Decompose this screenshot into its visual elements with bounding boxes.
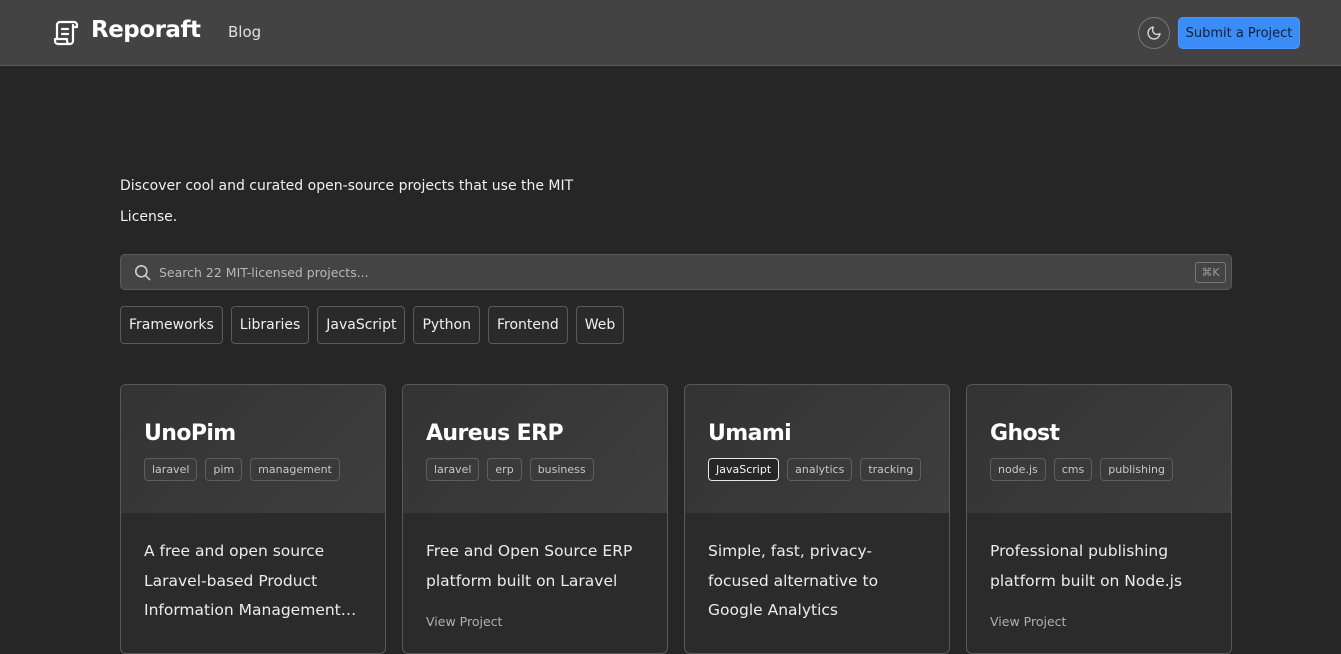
filter-chip-web[interactable]: Web — [575, 306, 625, 344]
theme-toggle-button[interactable] — [1138, 17, 1170, 49]
card-tags: JavaScript analytics tracking — [708, 458, 922, 481]
card-title: UnoPim — [144, 421, 236, 446]
project-card-unopim[interactable]: UnoPim laravel pim management A free and… — [120, 384, 386, 654]
card-tag[interactable]: publishing — [1100, 458, 1174, 481]
card-tag[interactable]: node.js — [990, 458, 1046, 481]
card-tag[interactable]: erp — [487, 458, 522, 481]
search-bar[interactable]: ⌘K — [120, 254, 1232, 290]
card-description: A free and open source Laravel-based Pro… — [144, 542, 357, 619]
card-tag[interactable]: cms — [1053, 458, 1093, 481]
search-icon — [134, 264, 151, 281]
moon-icon — [1147, 26, 1161, 40]
intro-text: Discover cool and curated open-source pr… — [120, 178, 574, 225]
card-header: Aureus ERP laravel erp business — [403, 385, 667, 513]
card-header: Ghost node.js cms publishing — [967, 385, 1231, 513]
brand-name[interactable]: Reporaft — [91, 17, 201, 43]
card-tags: laravel pim management — [144, 458, 340, 481]
card-tag[interactable]: laravel — [426, 458, 480, 481]
card-tag[interactable]: management — [250, 458, 340, 481]
submit-project-button[interactable]: Submit a Project — [1178, 17, 1300, 49]
project-card-ghost[interactable]: Ghost node.js cms publishing Professiona… — [966, 384, 1232, 654]
card-description: Simple, fast, privacy-focused alternativ… — [708, 542, 879, 619]
filter-chip-libraries[interactable]: Libraries — [230, 306, 310, 344]
card-title: Ghost — [990, 421, 1060, 446]
filter-chip-javascript[interactable]: JavaScript — [317, 306, 406, 344]
top-navbar: Reporaft Blog Submit a Project — [0, 0, 1341, 66]
filter-chips: Frameworks Libraries JavaScript Python F… — [120, 306, 625, 344]
card-description: Professional publishing platform built o… — [990, 542, 1183, 590]
card-tag[interactable]: analytics — [787, 458, 853, 481]
nav-link-blog[interactable]: Blog — [228, 23, 261, 41]
view-project-link[interactable]: View Project — [990, 614, 1066, 629]
card-tag[interactable]: business — [529, 458, 594, 481]
search-input[interactable] — [159, 255, 1179, 289]
card-header: Umami JavaScript analytics tracking — [685, 385, 949, 513]
card-description: Free and Open Source ERP platform built … — [426, 542, 633, 590]
project-card-aureus-erp[interactable]: Aureus ERP laravel erp business Free and… — [402, 384, 668, 654]
view-project-link[interactable]: View Project — [426, 614, 502, 629]
card-tag[interactable]: laravel — [144, 458, 198, 481]
card-title: Umami — [708, 421, 792, 446]
card-tags: node.js cms publishing — [990, 458, 1174, 481]
card-title: Aureus ERP — [426, 421, 564, 446]
scroll-icon[interactable] — [53, 19, 79, 47]
card-tag[interactable]: pim — [205, 458, 243, 481]
filter-chip-frameworks[interactable]: Frameworks — [120, 306, 223, 344]
card-tag-active[interactable]: JavaScript — [708, 458, 780, 481]
filter-chip-frontend[interactable]: Frontend — [487, 306, 568, 344]
card-tags: laravel erp business — [426, 458, 594, 481]
filter-chip-python[interactable]: Python — [413, 306, 480, 344]
card-tag[interactable]: tracking — [860, 458, 922, 481]
project-card-umami[interactable]: Umami JavaScript analytics tracking Simp… — [684, 384, 950, 654]
card-header: UnoPim laravel pim management — [121, 385, 385, 513]
keyboard-shortcut-badge: ⌘K — [1195, 262, 1226, 283]
